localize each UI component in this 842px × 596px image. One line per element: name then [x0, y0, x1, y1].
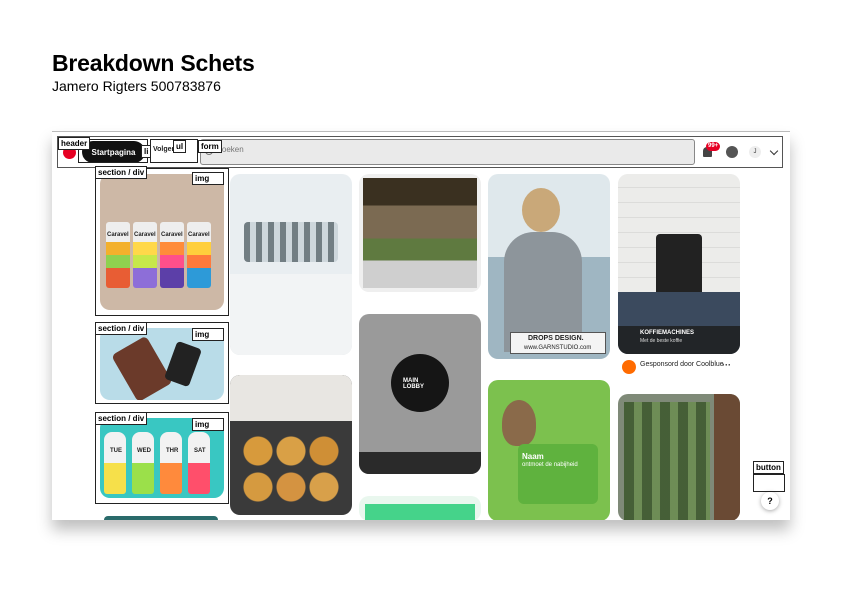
annotation-img-tag: img: [192, 418, 224, 431]
pin-partial[interactable]: [104, 516, 218, 520]
pin-lobby-sign[interactable]: MAIN LOBBY: [359, 314, 481, 474]
annotation-img-tag: img: [192, 172, 224, 185]
pin-patio[interactable]: [359, 174, 481, 292]
annotation-header-tag: header: [58, 137, 91, 150]
annotation-section-tag: section / div: [95, 412, 148, 425]
help-button[interactable]: ?: [761, 492, 779, 510]
coffee-brand-text: KOFFIEMACHINES: [640, 330, 694, 336]
coffee-subtitle-text: Met de beste koffie: [640, 338, 683, 344]
pinterest-screenshot: Startpagina Volgend 99+ J header li ul f…: [52, 131, 790, 520]
annotation-button-tag: button: [753, 461, 784, 474]
drops-url-text: www.GARNSTUDIO.com: [524, 345, 592, 351]
document-title: Breakdown Schets: [52, 50, 255, 76]
annotation-section-tag: section / div: [95, 322, 148, 335]
pin-partial-green[interactable]: [359, 496, 481, 520]
search-form: [200, 139, 695, 165]
avatar[interactable]: J: [749, 146, 761, 158]
annotation-li-tag: li: [141, 145, 152, 158]
pin-knitwear[interactable]: DROPS DESIGN. www.GARNSTUDIO.com: [488, 174, 610, 359]
sponsored-text: Gesponsord door Coolblue: [640, 361, 724, 368]
sponsor-logo-icon: [622, 360, 636, 374]
lobby-sign-text: MAIN LOBBY: [403, 378, 424, 390]
card-title: Naam: [522, 452, 544, 461]
more-options-icon[interactable]: ···: [722, 360, 731, 370]
annotation-section-box: [95, 168, 229, 316]
annotation-section-tag: section / div: [95, 166, 148, 179]
card-subtitle: ontmoet de nabijheid: [522, 462, 578, 468]
annotation-ul-tag: ul: [173, 140, 187, 153]
annotation-form-tag: form: [198, 140, 222, 153]
document-author: Jamero Rigters 500783876: [52, 78, 221, 94]
pin-garden[interactable]: [618, 394, 740, 520]
annotation-button-box: [753, 474, 785, 492]
annotation-img-tag: img: [192, 328, 224, 341]
chat-icon[interactable]: [726, 146, 738, 158]
pin-coffee-machine[interactable]: KOFFIEMACHINES Met de beste koffie: [618, 174, 740, 354]
search-input[interactable]: [217, 145, 617, 154]
drops-brand-text: DROPS DESIGN.: [528, 335, 584, 342]
notification-badge: 99+: [706, 142, 721, 151]
pin-owl-illustration[interactable]: Naam ontmoet de nabijheid: [488, 380, 610, 520]
pin-food[interactable]: [230, 375, 352, 515]
pin-fish-sculpture[interactable]: [230, 174, 352, 355]
